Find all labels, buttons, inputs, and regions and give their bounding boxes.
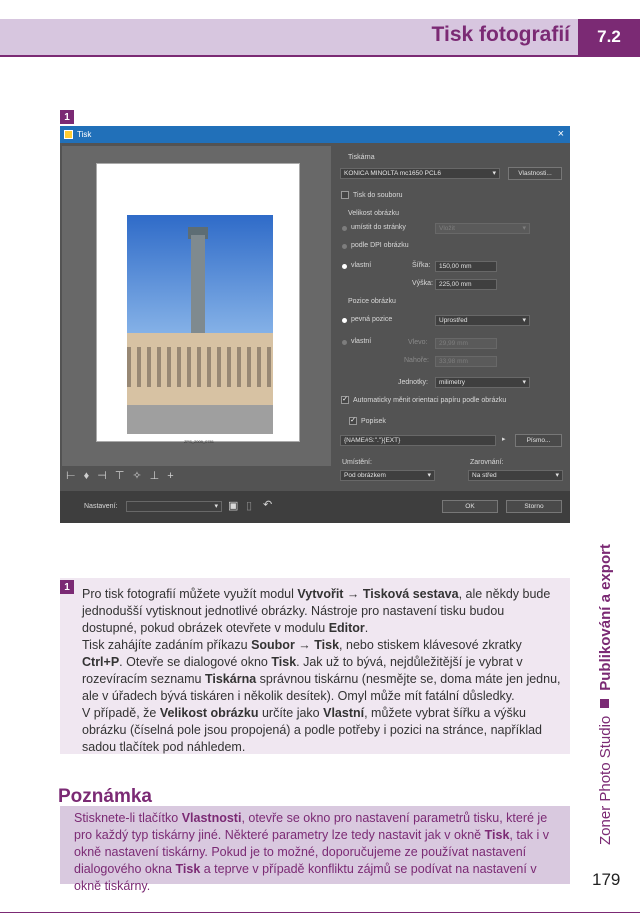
photo-windows (127, 347, 273, 387)
custom-size-radio[interactable] (342, 264, 347, 269)
auto-orient-checkbox[interactable]: ✓ (341, 396, 349, 404)
caption-insert-arrow-icon[interactable]: ▸ (502, 435, 506, 443)
auto-orient-label: Automaticky měnit orientaci papíru podle… (353, 397, 507, 404)
dialog-titlebar: Tisk × (60, 126, 570, 143)
placement-label: Umístění: (342, 459, 372, 466)
info-badge: 1 (60, 580, 74, 594)
side-chapter-title: Publikování a export (597, 544, 614, 691)
dpi-radio[interactable] (342, 244, 347, 249)
bottom-rule (0, 912, 640, 913)
print-to-file-checkbox[interactable] (341, 191, 349, 199)
info-paragraph-2: Tisk zahájíte zadáním příkazu Soubor → T… (82, 638, 561, 703)
section-number: 7.2 (578, 19, 640, 55)
fit-page-select[interactable]: Vložit (435, 223, 530, 234)
fit-page-radio[interactable] (342, 226, 347, 231)
save-icon[interactable]: ▣ (228, 499, 238, 512)
properties-button[interactable]: Vlastnosti... (508, 167, 562, 180)
custom-position-radio[interactable] (342, 340, 347, 345)
bold-term: Velikost obrázku (159, 706, 259, 720)
bold-term: Tisk (271, 655, 297, 669)
bold-term: Vlastnosti (181, 811, 242, 825)
fixed-position-radio[interactable] (342, 318, 347, 323)
caption-label: Popisek (361, 418, 386, 425)
fit-page-label: umístit do stránky (351, 224, 406, 231)
info-paragraph-1: Pro tisk fotografií můžete využít modul … (82, 587, 551, 635)
photo-tower (191, 235, 205, 345)
caption-checkbox[interactable]: ✓ (349, 417, 357, 425)
photo-square (127, 405, 273, 434)
note-text: Stisknete-li tlačítko Vlastnosti, otevře… (74, 811, 549, 893)
bold-term: Tiskárna (204, 672, 257, 686)
print-preview: ZPS_2009_0781 (62, 146, 331, 466)
print-dialog-screenshot: Tisk × ZPS_2009_0781 ⊢♦⊣⊤✧⊥+ Tiskárna KO… (60, 126, 570, 523)
print-to-file-label: Tisk do souboru (353, 192, 403, 199)
align-left-icon[interactable]: ⊢ (66, 470, 84, 482)
header-rule (0, 55, 640, 57)
fixed-position-label: pevná pozice (351, 316, 393, 323)
bold-term: Editor (328, 621, 365, 635)
height-input[interactable]: 225,00 mm (435, 279, 497, 290)
bold-term: Soubor → Tisk (251, 638, 340, 652)
delete-icon[interactable]: ▯ (246, 499, 252, 512)
dialog-footer: Nastavení: ▣ ▯ ↶ OK Storno (60, 491, 570, 523)
align-top-icon[interactable]: ⊤ (115, 470, 133, 482)
top-input[interactable]: 33,98 mm (435, 356, 497, 367)
left-label: Vlevo: (408, 339, 428, 346)
dialog-title: Tisk (77, 130, 92, 139)
preview-photo (127, 215, 273, 434)
crosshair-icon[interactable]: + (167, 470, 181, 482)
info-box: 1 Pro tisk fotografií můžete využít modu… (60, 578, 570, 754)
dpi-label: podle DPI obrázku (351, 242, 409, 249)
printer-select[interactable]: KONICA MINOLTA mc1650 PCL6 (340, 168, 500, 179)
bold-term: Ctrl+P (82, 655, 120, 669)
placement-select[interactable]: Pod obrázkem (340, 470, 435, 481)
side-running-title: Zoner Photo Studio Publikování a export (597, 544, 614, 845)
width-label: Šířka: (412, 262, 431, 269)
printer-section-label: Tiskárna (348, 154, 375, 161)
page-number: 179 (592, 870, 621, 889)
position-section-label: Pozice obrázku (348, 298, 396, 305)
font-button[interactable]: Písmo... (515, 434, 562, 447)
align-bottom-icon[interactable]: ⊥ (150, 470, 168, 482)
alignment-select[interactable]: Na střed (468, 470, 563, 481)
left-input[interactable]: 29,99 mm (435, 338, 497, 349)
page-title: Tisk fotografií (431, 23, 570, 46)
bold-term: Vytvořit → Tisková sestava (297, 587, 459, 601)
settings-select[interactable] (126, 501, 222, 512)
units-label: Jednotky: (398, 379, 428, 386)
align-toolbar: ⊢♦⊣⊤✧⊥+ (66, 469, 182, 482)
fixed-position-select[interactable]: Uprostřed (435, 315, 530, 326)
top-label: Nahoře: (404, 357, 429, 364)
reset-icon[interactable]: ↶ (263, 498, 272, 511)
note-title: Poznámka (58, 786, 152, 807)
ok-button[interactable]: OK (442, 500, 498, 513)
units-select[interactable]: milimetry (435, 377, 530, 388)
close-icon[interactable]: × (558, 128, 564, 140)
alignment-label: Zarovnání: (470, 459, 504, 466)
side-separator-square (600, 698, 609, 708)
bold-term: Tisk (175, 862, 201, 876)
app-icon (64, 130, 73, 139)
custom-position-label: vlastní (351, 338, 372, 345)
cancel-button[interactable]: Storno (506, 500, 562, 513)
note-box: Stisknete-li tlačítko Vlastnosti, otevře… (60, 806, 570, 893)
info-text: Pro tisk fotografií můžete využít modul … (82, 586, 562, 756)
align-middle-icon[interactable]: ✧ (132, 470, 149, 482)
paper-sheet: ZPS_2009_0781 (96, 163, 300, 444)
bold-term: Tisk (484, 828, 510, 842)
align-right-icon[interactable]: ⊣ (97, 470, 115, 482)
photo-caption: ZPS_2009_0781 (183, 439, 215, 444)
settings-label: Nastavení: (84, 503, 118, 510)
caption-template-input[interactable]: {NAME#S:"."}{EXT} (340, 435, 496, 446)
align-center-icon[interactable]: ♦ (84, 470, 98, 482)
info-paragraph-3: V případě, že Velikost obrázku určíte ja… (82, 706, 542, 754)
image-size-section-label: Velikost obrázku (348, 210, 399, 217)
custom-size-label: vlastní (351, 262, 372, 269)
width-input[interactable]: 150,00 mm (435, 261, 497, 272)
figure-badge: 1 (60, 110, 74, 124)
height-label: Výška: (412, 280, 434, 287)
side-book-title: Zoner Photo Studio (597, 715, 614, 845)
bold-term: Vlastní (323, 706, 365, 720)
